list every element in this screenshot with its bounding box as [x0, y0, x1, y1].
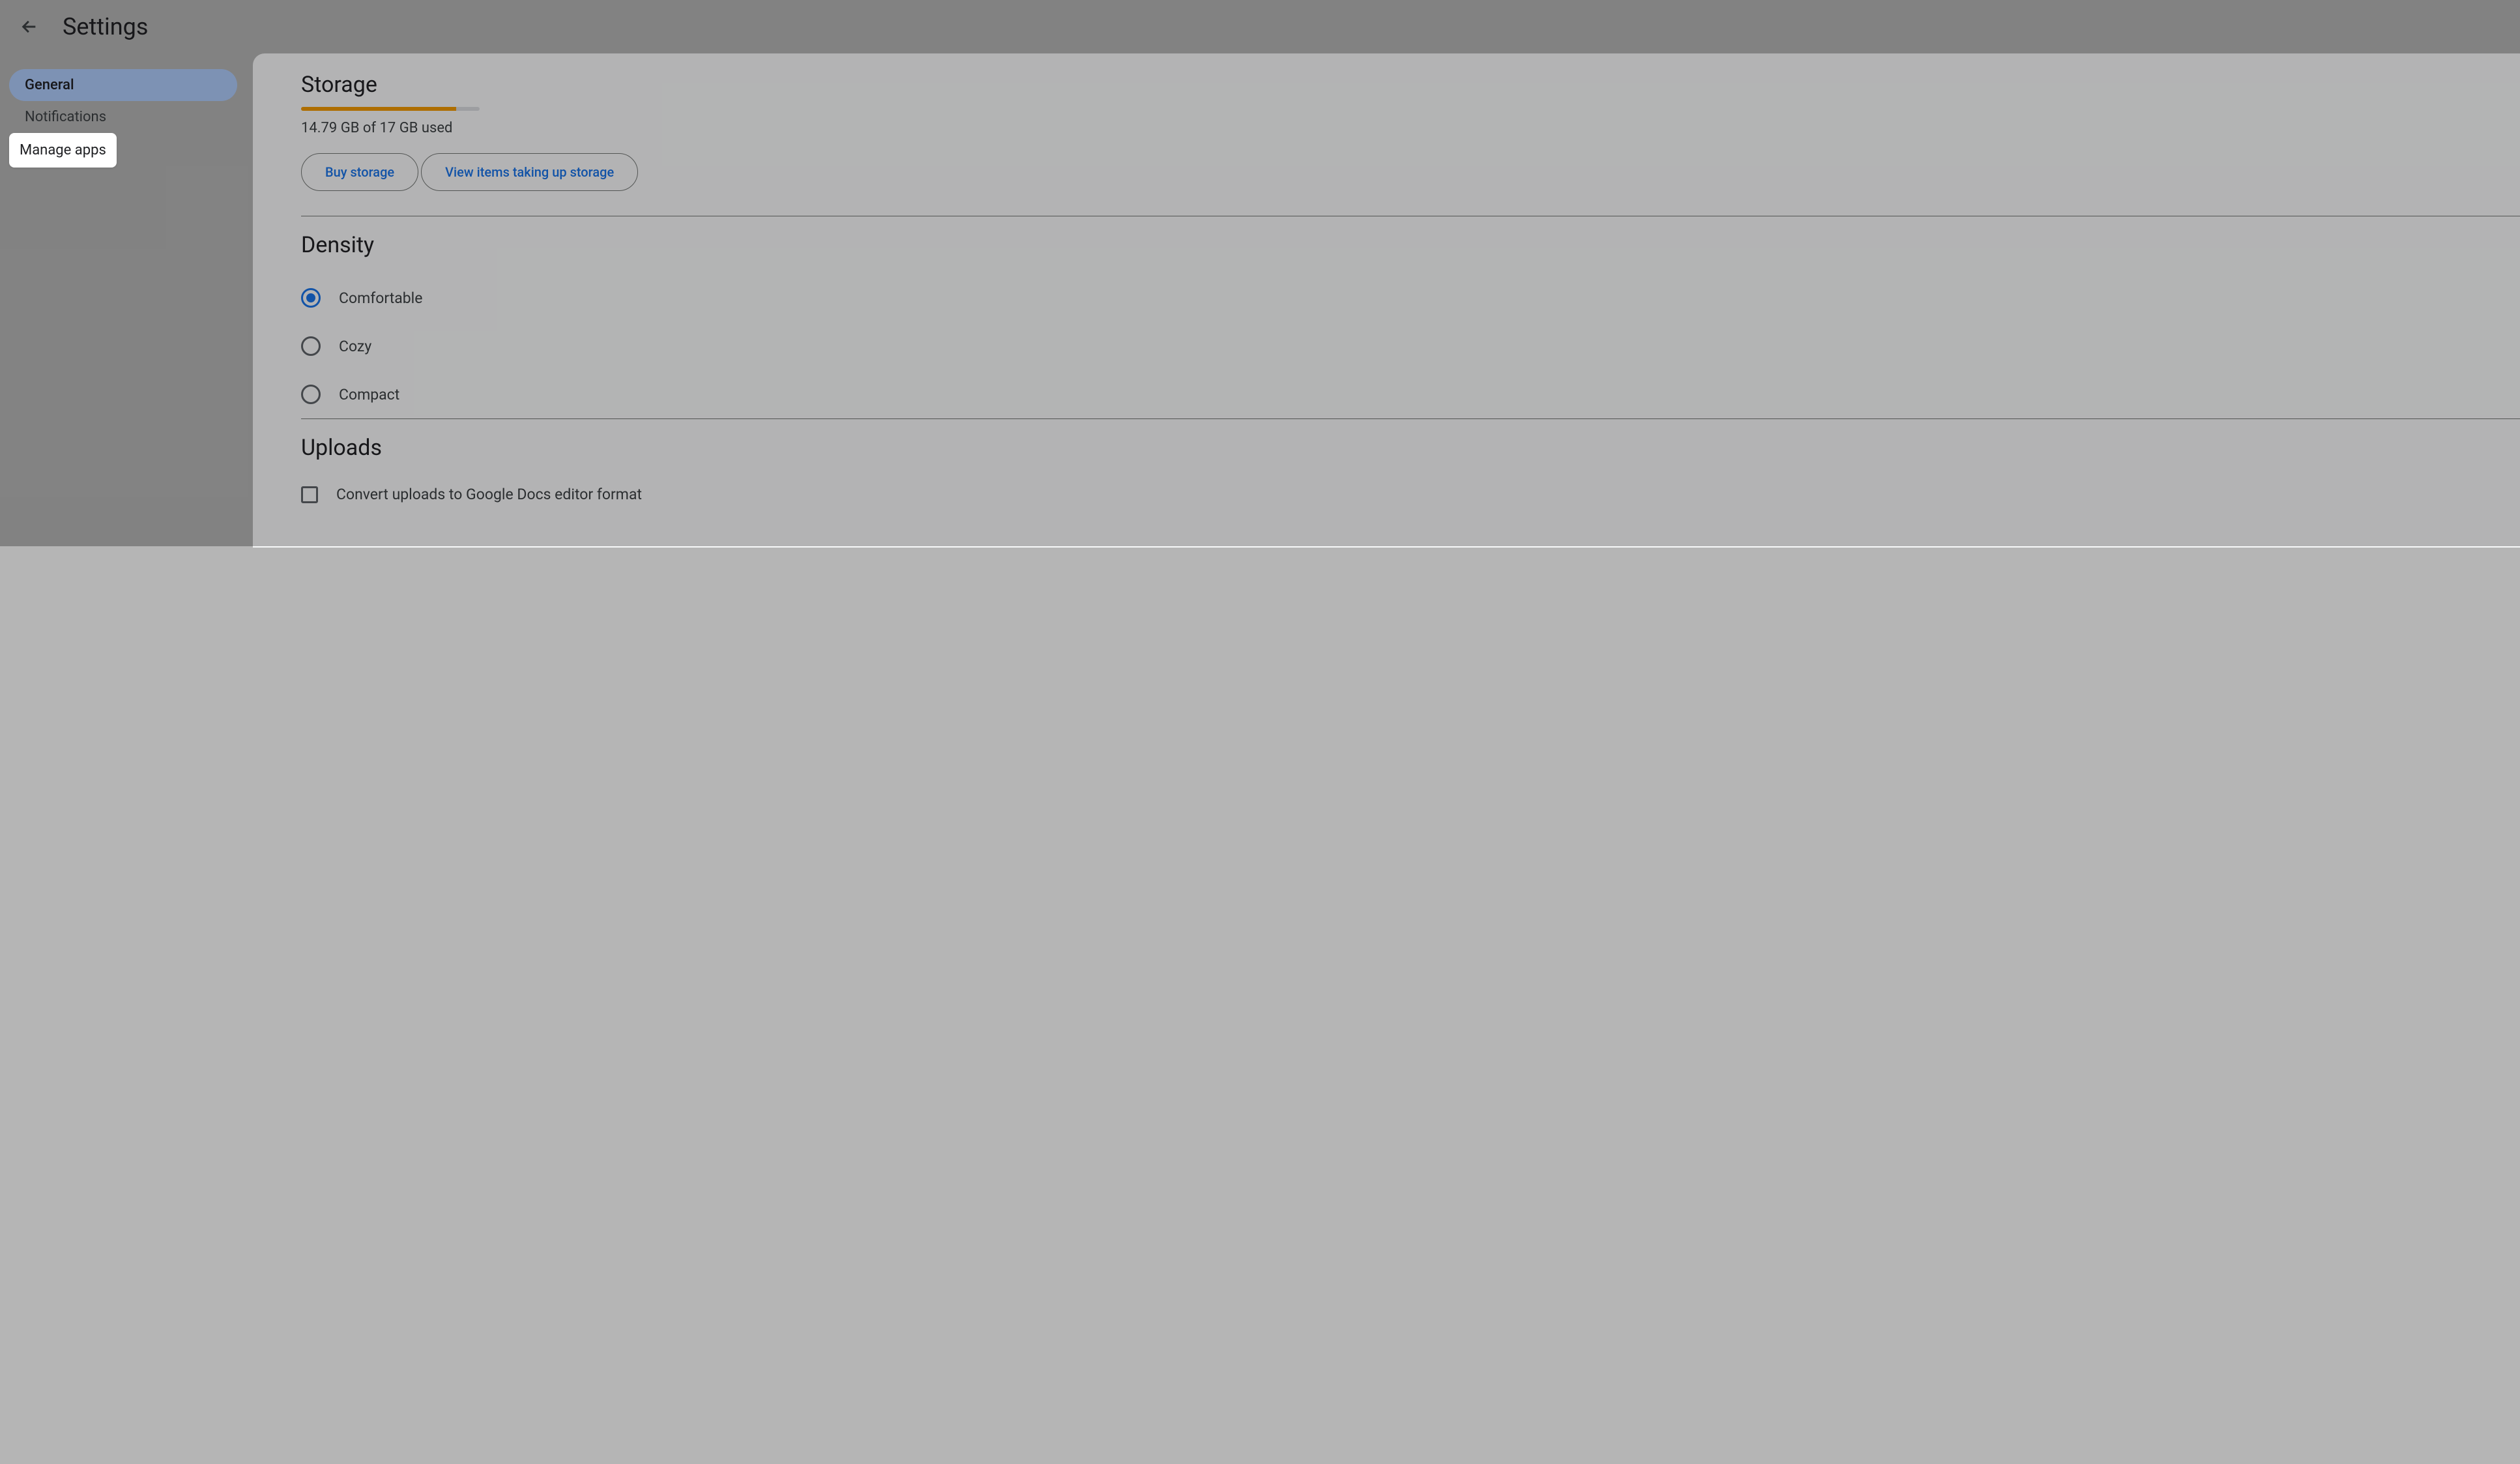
storage-title: Storage	[301, 72, 2520, 98]
content-panel: Storage 14.79 GB of 17 GB used Buy stora…	[253, 53, 2520, 548]
density-option-comfortable[interactable]: Comfortable	[301, 274, 2520, 322]
view-items-button[interactable]: View items taking up storage	[421, 153, 638, 191]
storage-progress-fill	[301, 107, 456, 111]
radio-label: Cozy	[339, 338, 371, 355]
radio-icon	[301, 288, 321, 308]
layout: General Notifications Manage apps Storag…	[0, 53, 2520, 548]
settings-header: Settings	[0, 0, 2520, 53]
uploads-section: Uploads Convert uploads to Google Docs e…	[301, 419, 2520, 519]
back-arrow-icon[interactable]	[20, 17, 39, 37]
sidebar-item-label: Manage apps	[20, 142, 106, 158]
sidebar-item-general[interactable]: General	[9, 69, 237, 101]
checkbox-label: Convert uploads to Google Docs editor fo…	[336, 486, 642, 503]
uploads-title: Uploads	[301, 435, 2520, 461]
convert-uploads-checkbox-row[interactable]: Convert uploads to Google Docs editor fo…	[301, 470, 2520, 519]
storage-buttons: Buy storage View items taking up storage	[301, 153, 2520, 191]
buy-storage-button[interactable]: Buy storage	[301, 153, 418, 191]
storage-section: Storage 14.79 GB of 17 GB used Buy stora…	[301, 72, 2520, 216]
density-title: Density	[301, 232, 2520, 258]
storage-progress-bar	[301, 107, 480, 111]
density-option-compact[interactable]: Compact	[301, 370, 2520, 418]
radio-icon	[301, 385, 321, 404]
sidebar-item-notifications[interactable]: Notifications	[9, 101, 237, 133]
page-title: Settings	[63, 13, 148, 40]
density-option-cozy[interactable]: Cozy	[301, 322, 2520, 370]
sidebar-item-label: Notifications	[25, 109, 106, 125]
radio-label: Compact	[339, 386, 399, 403]
sidebar-item-label: General	[25, 77, 74, 93]
radio-label: Comfortable	[339, 289, 422, 307]
sidebar-item-manage-apps[interactable]: Manage apps	[9, 133, 117, 168]
sidebar: General Notifications Manage apps	[0, 53, 253, 548]
checkbox-icon	[301, 486, 318, 503]
density-radio-group: Comfortable Cozy Compact	[301, 274, 2520, 418]
storage-usage-text: 14.79 GB of 17 GB used	[301, 120, 2520, 136]
density-section: Density Comfortable Cozy Compact	[301, 216, 2520, 419]
radio-icon	[301, 336, 321, 356]
